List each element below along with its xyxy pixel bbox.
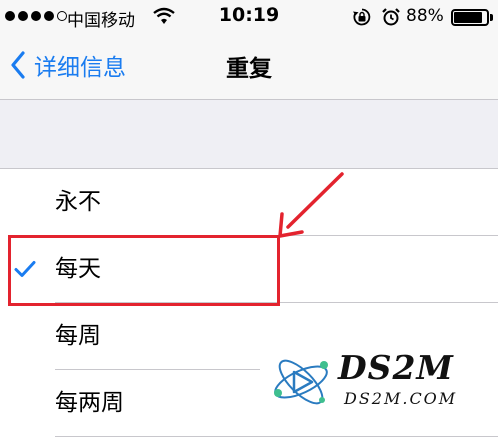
atom-logo-icon: [274, 359, 328, 405]
watermark-title: DS2M: [338, 348, 454, 387]
watermark: DS2M DS2M.COM: [260, 346, 498, 415]
watermark-subtitle: DS2M.COM: [344, 389, 458, 408]
